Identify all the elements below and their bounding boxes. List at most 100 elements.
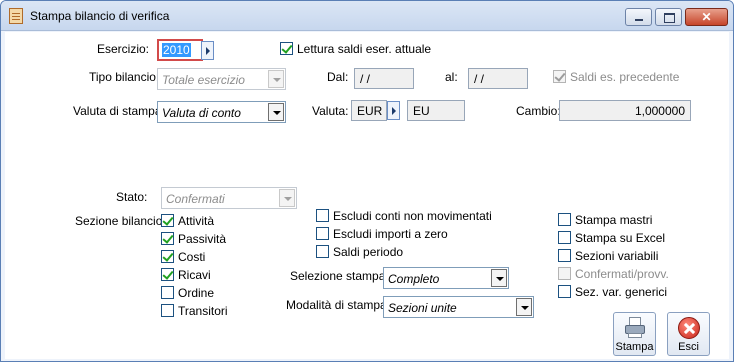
title-bar[interactable]: Stampa bilancio di verifica ✕ bbox=[1, 1, 733, 31]
modalita-stampa-label: Modalità di stampa: bbox=[286, 298, 391, 312]
cambio-value: 1,000000 bbox=[634, 104, 685, 118]
saldi-precedente-checkbox[interactable]: Saldi es. precedente bbox=[553, 70, 683, 86]
dal-value: / / bbox=[360, 72, 371, 86]
maximize-button[interactable] bbox=[655, 8, 682, 26]
esercizio-value: 2010 bbox=[162, 43, 191, 57]
transitori-check-box bbox=[161, 304, 174, 317]
confermati-provv-label: Confermati/provv. bbox=[575, 267, 669, 281]
selezione-stampa-value: Completo bbox=[388, 272, 440, 286]
minimize-icon bbox=[626, 9, 651, 25]
tipo-bilancio-select[interactable]: Totale esercizio bbox=[157, 68, 286, 90]
ricavi-label: Ricavi bbox=[178, 268, 211, 282]
sezione-passivita-checkbox[interactable]: Passività bbox=[161, 232, 251, 248]
saldi-periodo-label: Saldi periodo bbox=[333, 245, 404, 259]
passivita-label: Passività bbox=[178, 232, 227, 246]
escludi-non-movimentati-check-box bbox=[316, 209, 329, 222]
minimize-button[interactable] bbox=[625, 8, 652, 26]
modalita-stampa-value: Sezioni unite bbox=[388, 301, 457, 315]
esercizio-input[interactable]: 2010 bbox=[157, 39, 203, 61]
maximize-icon bbox=[656, 9, 681, 25]
esci-button-label: Esci bbox=[678, 341, 699, 353]
tipo-bilancio-value: Totale esercizio bbox=[162, 73, 245, 87]
transitori-label: Transitori bbox=[178, 304, 228, 318]
stampa-mastri-check-box bbox=[558, 213, 571, 226]
confermati-provv-checkbox[interactable]: Confermati/provv. bbox=[558, 267, 698, 283]
printer-icon bbox=[625, 317, 645, 339]
stato-label: Stato: bbox=[116, 190, 148, 204]
lettura-saldi-label: Lettura saldi eser. attuale bbox=[297, 42, 432, 56]
close-window-button[interactable]: ✕ bbox=[685, 8, 728, 26]
sezione-ricavi-checkbox[interactable]: Ricavi bbox=[161, 268, 251, 284]
sezioni-variabili-check-box bbox=[558, 249, 571, 262]
stampa-button-label: Stampa bbox=[615, 341, 654, 353]
stampa-excel-check-box bbox=[558, 231, 571, 244]
chevron-down-icon bbox=[268, 103, 284, 121]
dal-label: Dal: bbox=[327, 70, 349, 84]
valuta-stampa-value: Valuta di conto bbox=[162, 106, 241, 120]
sezione-bilancio-label: Sezione bilancio: bbox=[75, 214, 166, 228]
saldi-periodo-checkbox[interactable]: Saldi periodo bbox=[316, 245, 506, 261]
saldi-periodo-check-box bbox=[316, 245, 329, 258]
esercizio-label: Esercizio: bbox=[97, 42, 150, 56]
passivita-check-box bbox=[161, 232, 174, 245]
al-date-input[interactable]: / / bbox=[468, 68, 528, 89]
stampa-mastri-label: Stampa mastri bbox=[575, 213, 653, 227]
lettura-saldi-checkbox[interactable]: Lettura saldi eser. attuale bbox=[280, 42, 450, 58]
modalita-stampa-select[interactable]: Sezioni unite bbox=[383, 296, 534, 318]
sezione-ordine-checkbox[interactable]: Ordine bbox=[161, 286, 251, 302]
dialog-window: Stampa bilancio di verifica ✕ Esercizio:… bbox=[0, 0, 734, 362]
ricavi-check-box bbox=[161, 268, 174, 281]
sezioni-variabili-label: Sezioni variabili bbox=[575, 249, 659, 263]
costi-check-box bbox=[161, 250, 174, 263]
lettura-saldi-check-box bbox=[280, 42, 293, 55]
selezione-stampa-label: Selezione stampa: bbox=[290, 269, 389, 283]
close-circle-icon bbox=[678, 317, 700, 339]
sez-var-generici-checkbox[interactable]: Sez. var. generici bbox=[558, 285, 698, 301]
esci-button[interactable]: Esci bbox=[667, 312, 710, 356]
stampa-excel-label: Stampa su Excel bbox=[575, 231, 666, 245]
sez-var-generici-label: Sez. var. generici bbox=[575, 285, 668, 299]
ordine-label: Ordine bbox=[178, 286, 215, 300]
stato-value: Confermati bbox=[166, 192, 225, 206]
close-icon: ✕ bbox=[701, 10, 712, 24]
cambio-label: Cambio: bbox=[516, 104, 561, 118]
valuta-code: EUR bbox=[357, 104, 383, 118]
sezione-attivita-checkbox[interactable]: Attività bbox=[161, 214, 251, 230]
attivita-check-box bbox=[161, 214, 174, 227]
saldi-precedente-check-box bbox=[553, 70, 566, 83]
attivita-label: Attività bbox=[178, 214, 215, 228]
al-label: al: bbox=[445, 70, 458, 84]
escludi-importi-zero-label: Escludi importi a zero bbox=[333, 227, 448, 241]
form-area: Esercizio: 2010 Lettura saldi eser. attu… bbox=[5, 32, 729, 359]
valuta-code-input[interactable]: EUR bbox=[351, 100, 387, 121]
escludi-non-movimentati-label: Escludi conti non movimentati bbox=[333, 209, 492, 223]
valuta-description-field: EU bbox=[407, 100, 465, 121]
ordine-check-box bbox=[161, 286, 174, 299]
tipo-bilancio-label: Tipo bilancio: bbox=[89, 70, 160, 84]
dal-date-input[interactable]: / / bbox=[354, 68, 414, 89]
valuta-stampa-label: Valuta di stampa: bbox=[73, 104, 165, 118]
valuta-zoom-button[interactable] bbox=[387, 101, 400, 120]
escludi-importi-zero-checkbox[interactable]: Escludi importi a zero bbox=[316, 227, 506, 243]
stampa-button[interactable]: Stampa bbox=[613, 312, 656, 356]
sez-var-generici-check-box bbox=[558, 285, 571, 298]
chevron-down-icon bbox=[268, 70, 284, 88]
sezione-costi-checkbox[interactable]: Costi bbox=[161, 250, 251, 266]
window-title: Stampa bilancio di verifica bbox=[30, 9, 170, 23]
esercizio-zoom-button[interactable] bbox=[201, 41, 214, 60]
al-value: / / bbox=[474, 72, 485, 86]
escludi-non-movimentati-checkbox[interactable]: Escludi conti non movimentati bbox=[316, 209, 506, 225]
stampa-excel-checkbox[interactable]: Stampa su Excel bbox=[558, 231, 698, 247]
sezioni-variabili-checkbox[interactable]: Sezioni variabili bbox=[558, 249, 698, 265]
stato-select[interactable]: Confermati bbox=[161, 187, 297, 209]
costi-label: Costi bbox=[178, 250, 206, 264]
chevron-down-icon bbox=[491, 269, 507, 287]
valuta-desc: EU bbox=[413, 104, 430, 118]
stampa-mastri-checkbox[interactable]: Stampa mastri bbox=[558, 213, 698, 229]
valuta-stampa-select[interactable]: Valuta di conto bbox=[157, 101, 286, 123]
valuta-label: Valuta: bbox=[312, 104, 349, 118]
selezione-stampa-select[interactable]: Completo bbox=[383, 267, 509, 289]
chevron-down-icon bbox=[516, 298, 532, 316]
sezione-transitori-checkbox[interactable]: Transitori bbox=[161, 304, 251, 320]
cambio-input[interactable]: 1,000000 bbox=[559, 100, 691, 121]
